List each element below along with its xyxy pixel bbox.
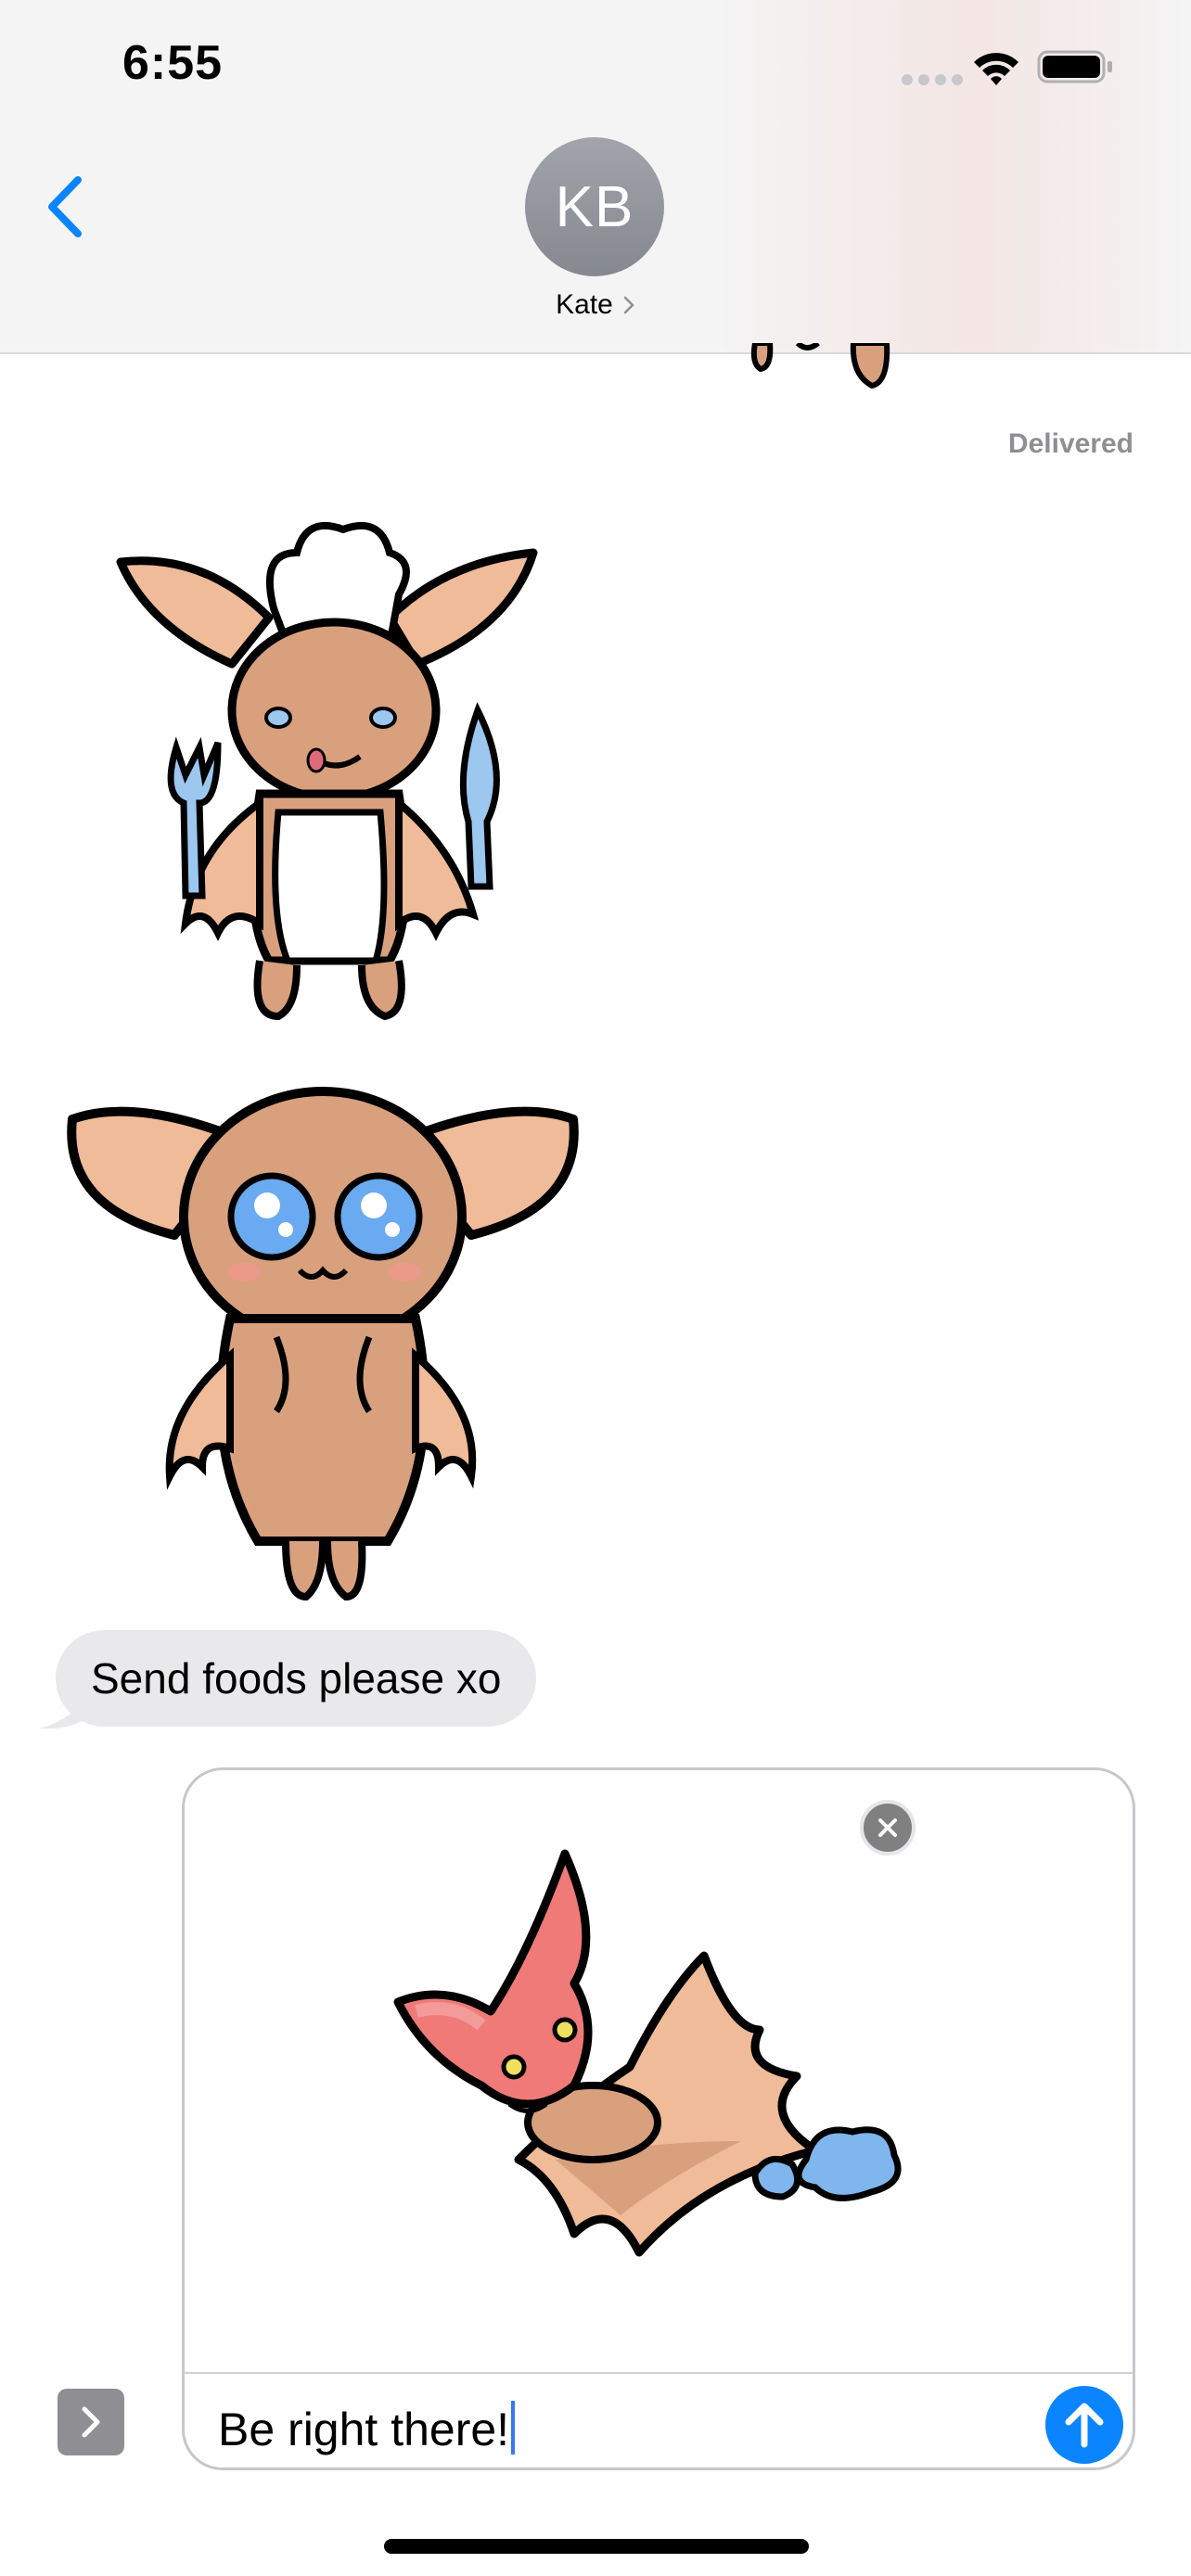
messages-screen: 6:55 KB Kate Delivered Send foods please… xyxy=(0,0,1191,2576)
text-caret xyxy=(511,2401,516,2455)
incoming-message-bubble[interactable]: Send foods please xo xyxy=(56,1630,537,1727)
chef-bat-sticker[interactable] xyxy=(111,497,547,1035)
flying-bat-sticker[interactable] xyxy=(389,1844,927,2327)
home-indicator[interactable] xyxy=(384,2539,809,2554)
back-button[interactable] xyxy=(37,172,93,241)
avatar-initials: KB xyxy=(555,174,634,239)
status-time: 6:55 xyxy=(122,36,224,90)
partial-sticker[interactable] xyxy=(742,343,909,399)
composer-divider xyxy=(185,2372,1133,2374)
battery-icon xyxy=(1037,50,1112,83)
delivered-status: Delivered xyxy=(1007,428,1133,459)
apps-expand-button[interactable] xyxy=(58,2389,124,2455)
message-composer: Be right there! xyxy=(182,1767,1135,2470)
conversation-header: 6:55 KB Kate xyxy=(0,0,1191,354)
contact-name: Kate xyxy=(556,289,613,320)
incoming-message-text: Send foods please xo xyxy=(91,1654,502,1702)
arrow-up-icon xyxy=(1065,2403,1104,2448)
message-input-text: Be right there! xyxy=(218,2404,510,2455)
wifi-icon xyxy=(974,53,1018,85)
chevron-right-icon xyxy=(82,2406,100,2438)
contact-avatar[interactable]: KB xyxy=(525,137,664,276)
contact-name-button[interactable]: Kate xyxy=(0,289,1191,321)
cellular-dots-icon xyxy=(902,74,963,85)
cute-bat-sticker[interactable] xyxy=(63,1078,583,1604)
send-button[interactable] xyxy=(1045,2386,1123,2464)
message-input[interactable]: Be right there! xyxy=(218,2401,516,2456)
close-icon xyxy=(878,1818,897,1837)
chevron-right-icon xyxy=(623,296,634,314)
